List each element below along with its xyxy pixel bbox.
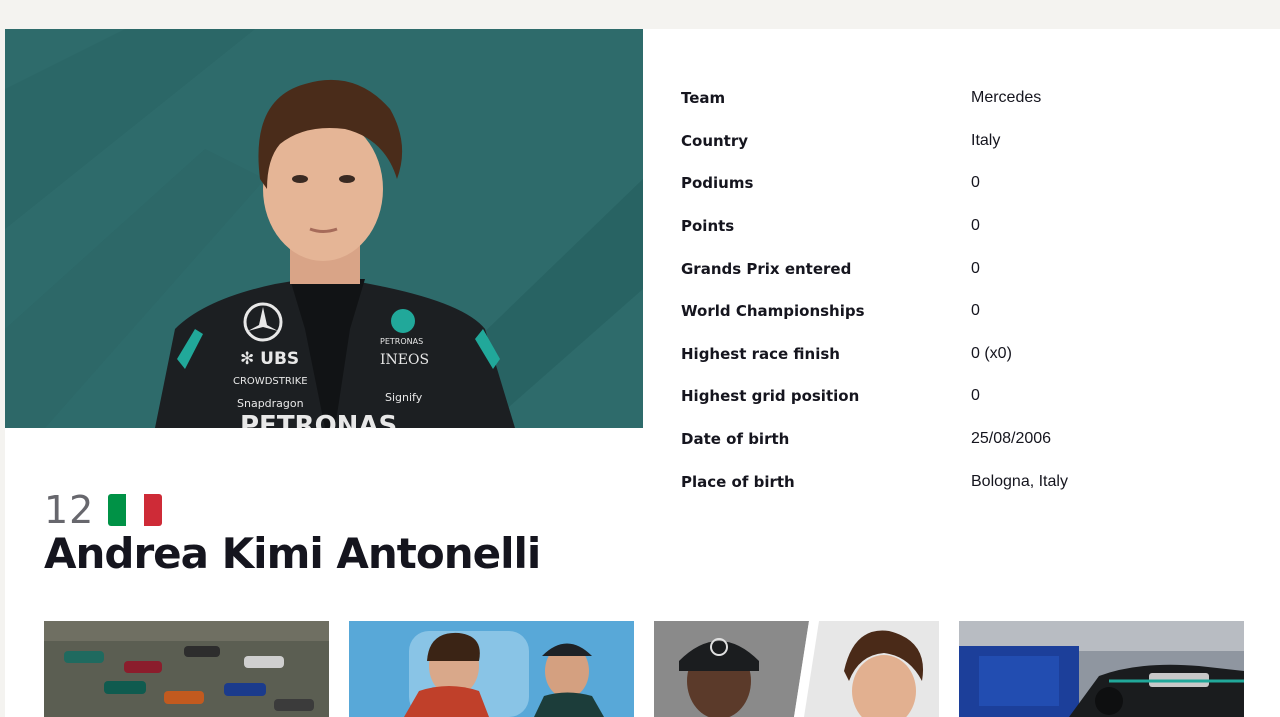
stat-value: Bologna, Italy	[971, 472, 1068, 490]
stat-value: 0	[971, 174, 980, 192]
media-card-race-start[interactable]	[44, 621, 329, 717]
stat-value: 0	[971, 302, 980, 320]
stat-label: Podiums	[681, 174, 754, 193]
stat-label: Country	[681, 131, 749, 150]
sponsor-signify: Signify	[385, 391, 423, 404]
stat-row-podiums: Podiums 0	[681, 162, 1241, 205]
sponsor-petronas-small: PETRONAS	[380, 337, 423, 346]
drivers-interview-image	[349, 621, 634, 717]
sponsor-snapdragon: Snapdragon	[237, 397, 304, 410]
sponsor-crowdstrike: CROWDSTRIKE	[233, 376, 308, 387]
driver-name: Andrea Kimi Antonelli	[44, 529, 541, 578]
driver-number: 12	[44, 488, 95, 532]
driver-portrait: ✻ UBS CROWDSTRIKE Snapdragon PETRONAS IN…	[5, 29, 643, 428]
stat-row-highest-race-finish: Highest race finish 0 (x0)	[681, 333, 1241, 376]
stat-row-highest-grid-position: Highest grid position 0	[681, 375, 1241, 418]
driver-portrait-image: ✻ UBS CROWDSTRIKE Snapdragon PETRONAS IN…	[5, 29, 643, 428]
stat-value: 0	[971, 217, 980, 235]
stat-label: Place of birth	[681, 472, 795, 491]
stat-row-points: Points 0	[681, 205, 1241, 248]
stat-row-date-of-birth: Date of birth 25/08/2006	[681, 418, 1241, 461]
stat-value: 0 (x0)	[971, 344, 1012, 362]
sponsor-ubs: ✻ UBS	[240, 349, 299, 369]
stat-label: Highest race finish	[681, 344, 840, 363]
stat-label: World Championships	[681, 302, 865, 321]
flag-stripe-white	[126, 494, 145, 526]
stat-label: Points	[681, 217, 735, 236]
stat-label: Grands Prix entered	[681, 259, 852, 278]
related-media-cards	[44, 621, 1244, 717]
stat-label: Highest grid position	[681, 387, 860, 406]
driver-profile-page: ✻ UBS CROWDSTRIKE Snapdragon PETRONAS IN…	[5, 29, 1280, 717]
sponsor-ineos: INEOS	[380, 352, 429, 368]
stat-row-place-of-birth: Place of birth Bologna, Italy	[681, 460, 1241, 503]
stat-row-grands-prix: Grands Prix entered 0	[681, 247, 1241, 290]
stat-row-team: Team Mercedes	[681, 77, 1241, 120]
driver-number-row: 12	[44, 488, 163, 532]
stat-value: 0	[971, 387, 980, 405]
stat-value: 25/08/2006	[971, 430, 1052, 448]
sponsor-petronas: PETRONAS	[240, 411, 397, 428]
mercedes-drivers-image	[654, 621, 939, 717]
flag-stripe-green	[108, 494, 127, 526]
driver-stats-table: Team Mercedes Country Italy Podiums 0 Po…	[681, 77, 1241, 503]
stat-row-world-championships: World Championships 0	[681, 290, 1241, 333]
stat-label: Team	[681, 89, 726, 108]
stat-value: 0	[971, 259, 980, 277]
italy-flag-icon	[108, 494, 163, 526]
flag-stripe-red	[144, 494, 163, 526]
stat-row-country: Country Italy	[681, 120, 1241, 163]
stat-value: Mercedes	[971, 89, 1042, 107]
stat-value: Italy	[971, 131, 1001, 149]
media-card-mercedes-crash[interactable]	[959, 621, 1244, 717]
media-card-drivers-interview[interactable]	[349, 621, 634, 717]
race-start-image	[44, 621, 329, 717]
media-card-mercedes-drivers[interactable]	[654, 621, 939, 717]
mercedes-crash-image	[959, 621, 1244, 717]
stat-label: Date of birth	[681, 430, 790, 449]
